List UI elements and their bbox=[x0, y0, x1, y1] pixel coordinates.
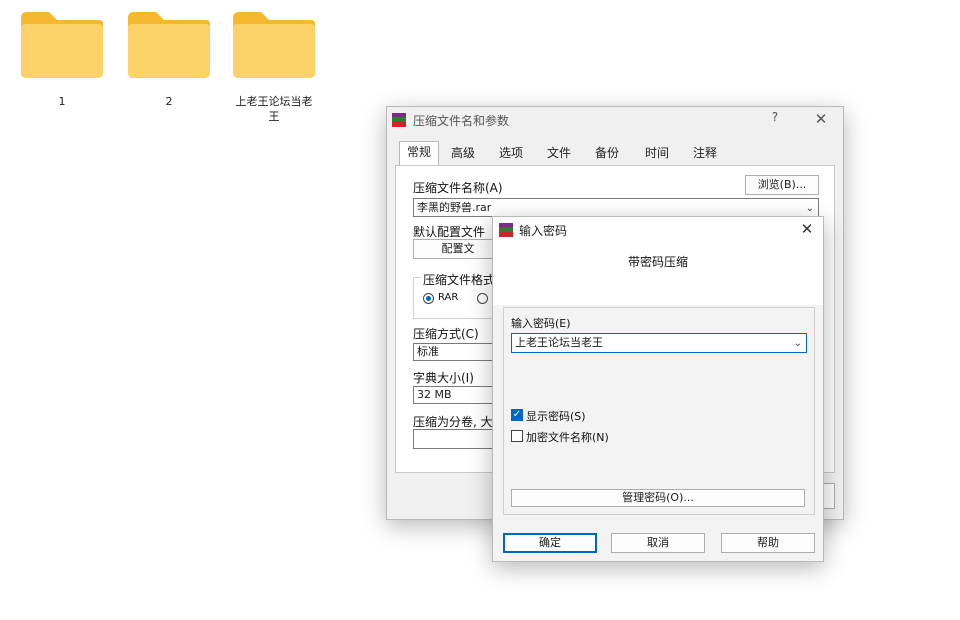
compression-method-label: 压缩方式(C) bbox=[413, 327, 479, 341]
folder-icon bbox=[128, 12, 210, 78]
password-dialog-title: 输入密码 bbox=[519, 224, 568, 238]
password-input[interactable]: 上老王论坛当老王 ⌄ bbox=[511, 333, 807, 353]
desktop-folder-3[interactable]: 上老王论坛当老王 bbox=[226, 10, 322, 124]
help-button[interactable]: ? bbox=[763, 110, 787, 124]
default-profile-label: 默认配置文件 bbox=[413, 225, 486, 239]
dictionary-size-value: 32 MB bbox=[417, 388, 452, 401]
chevron-down-icon[interactable]: ⌄ bbox=[794, 335, 802, 352]
compression-method-combobox[interactable]: 标准 bbox=[413, 343, 503, 361]
manage-passwords-button[interactable]: 管理密码(O)... bbox=[511, 489, 805, 507]
encrypt-names-checkbox[interactable] bbox=[511, 430, 523, 442]
help-button[interactable]: 帮助 bbox=[721, 533, 815, 553]
close-icon[interactable]: ✕ bbox=[809, 110, 833, 128]
password-value: 上老王论坛当老王 bbox=[515, 336, 603, 349]
folder-label: 上老王论坛当老王 bbox=[235, 95, 313, 123]
tab-general[interactable]: 常规 bbox=[399, 141, 439, 165]
tab-backup[interactable]: 备份 bbox=[589, 143, 625, 164]
archive-format-label: 压缩文件格式 bbox=[421, 271, 498, 288]
profile-button[interactable]: 配置文 bbox=[413, 239, 503, 259]
archive-name-value: 李黑的野兽.rar bbox=[417, 201, 492, 214]
password-label: 输入密码(E) bbox=[511, 317, 571, 330]
folder-icon bbox=[21, 12, 103, 78]
desktop-folder-1[interactable]: 1 bbox=[12, 10, 112, 109]
ok-button[interactable]: 确定 bbox=[503, 533, 597, 553]
dictionary-size-combobox[interactable]: 32 MB bbox=[413, 386, 503, 404]
tab-advanced[interactable]: 高级 bbox=[445, 143, 481, 164]
password-dialog: 输入密码 ✕ 带密码压缩 输入密码(E) 上老王论坛当老王 ⌄ ✓ 显示密码(S… bbox=[492, 216, 824, 562]
cancel-button[interactable]: 取消 bbox=[611, 533, 705, 553]
format-rar-label: RAR bbox=[438, 292, 459, 303]
winrar-icon bbox=[392, 113, 406, 127]
tab-options[interactable]: 选项 bbox=[493, 143, 529, 164]
folder-icon bbox=[233, 12, 315, 78]
tab-time[interactable]: 时间 bbox=[639, 143, 675, 164]
winrar-icon bbox=[499, 223, 513, 237]
split-volumes-label: 压缩为分卷, 大 bbox=[413, 415, 493, 429]
browse-button[interactable]: 浏览(B)... bbox=[745, 175, 819, 195]
archive-dialog-titlebar[interactable]: 压缩文件名和参数 ? ✕ bbox=[387, 107, 843, 135]
format-zip-radio[interactable] bbox=[477, 293, 488, 304]
encrypt-names-label: 加密文件名称(N) bbox=[526, 431, 609, 444]
folder-label: 2 bbox=[165, 95, 173, 108]
folder-label: 1 bbox=[58, 95, 66, 108]
tab-comment[interactable]: 注释 bbox=[687, 143, 723, 164]
format-rar-radio[interactable] bbox=[423, 293, 434, 304]
tab-files[interactable]: 文件 bbox=[541, 143, 577, 164]
show-password-checkbox[interactable]: ✓ bbox=[511, 409, 523, 421]
archive-dialog-title: 压缩文件名和参数 bbox=[413, 114, 510, 128]
password-dialog-titlebar[interactable]: 输入密码 ✕ bbox=[493, 217, 823, 245]
password-heading: 带密码压缩 bbox=[627, 255, 688, 269]
split-volumes-combobox[interactable] bbox=[413, 429, 503, 449]
close-icon[interactable]: ✕ bbox=[795, 220, 819, 238]
compression-method-value: 标准 bbox=[417, 345, 439, 358]
dictionary-size-label: 字典大小(I) bbox=[413, 371, 474, 385]
archive-name-combobox[interactable]: 李黑的野兽.rar ⌄ bbox=[413, 198, 819, 217]
desktop-folder-2[interactable]: 2 bbox=[119, 10, 219, 109]
chevron-down-icon[interactable]: ⌄ bbox=[806, 200, 814, 216]
archive-name-label: 压缩文件名称(A) bbox=[413, 181, 503, 195]
show-password-label: 显示密码(S) bbox=[526, 410, 586, 423]
